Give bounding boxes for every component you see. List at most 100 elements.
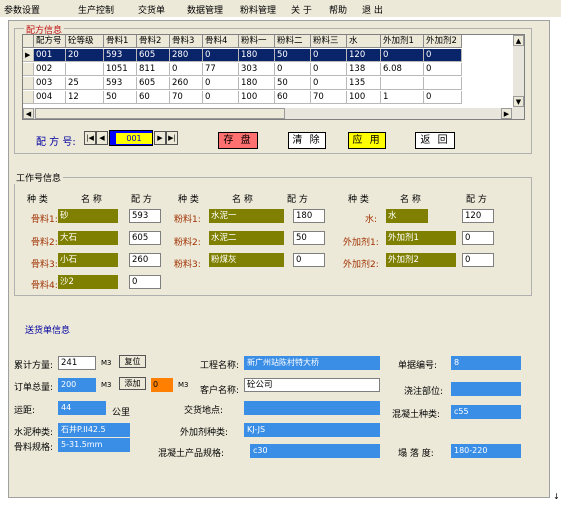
table-cell[interactable]: 593 (104, 49, 137, 62)
table-cell[interactable]: 605 (137, 77, 170, 90)
table-cell[interactable]: 0 (311, 77, 347, 90)
table-cell[interactable]: 593 (104, 77, 137, 90)
table-cell[interactable]: 0 (424, 63, 462, 76)
aggregate-spec-value[interactable]: 5-31.5mm (58, 438, 130, 452)
prev-record-button[interactable]: ◀ (96, 131, 108, 145)
table-cell[interactable]: 1051 (104, 63, 137, 76)
column-header[interactable]: 砼等级 (66, 35, 104, 48)
table-cell[interactable]: 0 (424, 49, 462, 62)
distance-value[interactable]: 44 (58, 401, 106, 415)
table-cell[interactable]: 138 (347, 63, 381, 76)
table-cell[interactable]: 120 (347, 49, 381, 62)
aggregate-1-value[interactable]: 593 (129, 209, 161, 223)
aggregate-3-value[interactable]: 260 (129, 253, 161, 267)
column-header[interactable]: 骨料2 (137, 35, 170, 48)
column-header[interactable]: 粉料三 (311, 35, 347, 48)
table-cell[interactable]: 20 (66, 49, 104, 62)
apply-button[interactable]: 应 用 (348, 132, 386, 149)
table-cell[interactable]: 6.08 (381, 63, 424, 76)
table-cell[interactable]: 25 (66, 77, 104, 90)
table-cell[interactable]: 180 (239, 77, 275, 90)
table-cell[interactable]: 50 (104, 91, 137, 104)
table-cell[interactable]: 50 (275, 49, 311, 62)
table-cell[interactable]: 70 (170, 91, 203, 104)
scroll-right-icon[interactable]: ▶ (501, 108, 512, 119)
project-value[interactable]: 新广州站陈村特大桥 (244, 356, 380, 370)
concrete-type-value[interactable]: c55 (451, 405, 521, 419)
formula-no-field[interactable]: 001 (109, 130, 153, 146)
admixture-type-value[interactable]: KJ-JS (244, 423, 380, 437)
powder-1-value[interactable]: 180 (293, 209, 325, 223)
menu-delivery[interactable]: 交货单 (138, 3, 165, 16)
table-cell[interactable]: 0 (203, 77, 239, 90)
table-cell[interactable]: 260 (170, 77, 203, 90)
table-cell[interactable]: 77 (203, 63, 239, 76)
table-cell[interactable]: 001 (34, 49, 66, 62)
order-value[interactable]: 200 (58, 378, 96, 392)
table-cell[interactable]: 60 (275, 91, 311, 104)
table-cell[interactable] (381, 77, 424, 90)
last-record-button[interactable]: ▶| (166, 131, 178, 145)
table-cell[interactable]: 135 (347, 77, 381, 90)
column-header[interactable]: 配方号 (34, 35, 66, 48)
menu-production[interactable]: 生产控制 (78, 3, 114, 16)
product-spec-value[interactable]: c30 (250, 444, 380, 458)
powder-2-value[interactable]: 50 (293, 231, 325, 245)
table-cell[interactable]: 1 (381, 91, 424, 104)
row-selector[interactable]: ▶ (23, 49, 34, 62)
back-button[interactable]: 返 回 (415, 132, 455, 149)
table-cell[interactable]: 50 (275, 77, 311, 90)
table-cell[interactable]: 0 (275, 63, 311, 76)
table-cell[interactable]: 002 (34, 63, 66, 76)
water-value[interactable]: 120 (462, 209, 494, 223)
table-cell[interactable]: 303 (239, 63, 275, 76)
table-cell[interactable]: 0 (170, 63, 203, 76)
delivery-place-value[interactable] (244, 401, 380, 415)
row-selector[interactable] (23, 63, 34, 76)
column-header[interactable]: 水 (347, 35, 381, 48)
menu-powder[interactable]: 粉料管理 (240, 3, 276, 16)
table-cell[interactable]: 280 (170, 49, 203, 62)
formula-grid[interactable]: 配方号 砼等级 骨料1 骨料2 骨料3 骨料4 粉料一 粉料二 粉料三水外加剂1 外加剂2 ▶ 001… (22, 34, 525, 120)
table-cell[interactable]: 605 (137, 49, 170, 62)
table-cell[interactable]: 0 (381, 49, 424, 62)
table-cell[interactable]: 0 (311, 49, 347, 62)
table-cell[interactable]: 0 (424, 91, 462, 104)
column-header[interactable]: 骨料1 (104, 35, 137, 48)
add-value[interactable]: 0 (151, 378, 173, 392)
table-cell[interactable]: 60 (137, 91, 170, 104)
scroll-down-icon[interactable]: ▼ (513, 96, 524, 107)
cement-value[interactable]: 石井P.II42.5 (58, 423, 130, 437)
table-cell[interactable]: 0 (203, 49, 239, 62)
table-cell[interactable]: 004 (34, 91, 66, 104)
clear-button[interactable]: 清 除 (288, 132, 326, 149)
slump-value[interactable]: 180-220 (451, 444, 521, 458)
menu-params[interactable]: 参数设置 (4, 3, 40, 16)
menu-help[interactable]: 帮助 (329, 3, 347, 16)
table-cell[interactable]: 100 (347, 91, 381, 104)
column-header[interactable]: 骨料4 (203, 35, 239, 48)
menu-data[interactable]: 数据管理 (187, 3, 223, 16)
admixture-1-value[interactable]: 0 (462, 231, 494, 245)
column-header[interactable]: 外加剂1 (381, 35, 424, 48)
table-cell[interactable]: 003 (34, 77, 66, 90)
save-button[interactable]: 存 盘 (218, 132, 258, 149)
doc-no-value[interactable]: 8 (451, 356, 521, 370)
aggregate-2-value[interactable]: 605 (129, 231, 161, 245)
column-header[interactable]: 外加剂2 (424, 35, 462, 48)
table-cell[interactable]: 12 (66, 91, 104, 104)
row-selector[interactable] (23, 77, 34, 90)
admixture-2-value[interactable]: 0 (462, 253, 494, 267)
scroll-left-icon[interactable]: ◀ (23, 108, 34, 119)
reset-button[interactable]: 复位 (119, 355, 146, 368)
table-cell[interactable]: 100 (239, 91, 275, 104)
powder-3-value[interactable]: 0 (293, 253, 325, 267)
column-header[interactable]: 粉料一 (239, 35, 275, 48)
table-cell[interactable]: 0 (311, 63, 347, 76)
table-cell[interactable] (424, 77, 462, 90)
table-cell[interactable]: 180 (239, 49, 275, 62)
column-header[interactable]: 粉料二 (275, 35, 311, 48)
row-selector[interactable] (23, 91, 34, 104)
table-cell[interactable]: 0 (203, 91, 239, 104)
menu-about[interactable]: 关 于 (291, 3, 312, 16)
